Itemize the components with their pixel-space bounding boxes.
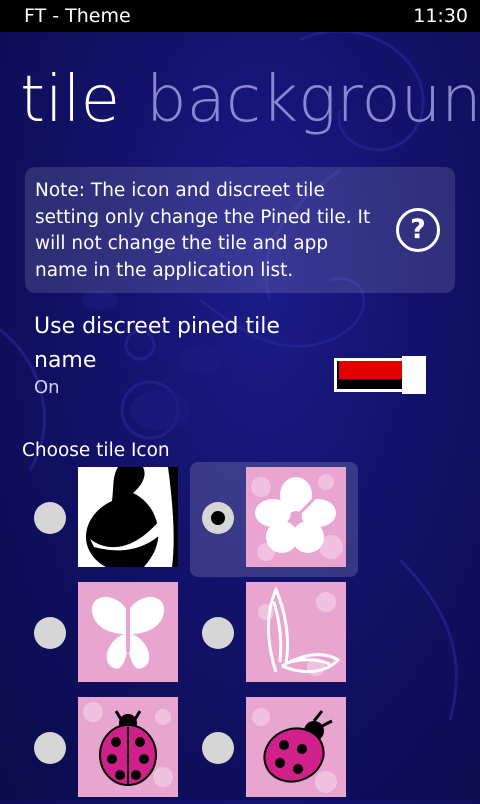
ladybug-icon[interactable] (78, 697, 178, 797)
discreet-toggle-label: Use discreet pined tile name (34, 314, 280, 373)
lace-butterfly-icon[interactable] (246, 582, 346, 682)
radio-button[interactable] (34, 732, 66, 764)
pink-ladybug-icon[interactable] (246, 697, 346, 797)
pivot-header: tile background (20, 58, 480, 142)
tile-icon-option-1[interactable] (20, 462, 186, 574)
radio-dot (211, 511, 225, 525)
hibiscus-flower-icon[interactable] (246, 467, 346, 567)
clock: 11:30 (413, 5, 468, 27)
discreet-toggle-state: On (34, 377, 60, 398)
app-title: FT - Theme (24, 5, 131, 27)
radio-button[interactable] (202, 732, 234, 764)
status-bar: FT - Theme 11:30 (0, 0, 480, 32)
radio-button[interactable] (34, 502, 66, 534)
pregnant-silhouette-icon[interactable] (78, 467, 178, 567)
radio-button[interactable] (202, 617, 234, 649)
tile-icon-option-2[interactable] (190, 462, 358, 577)
toggle-fill (339, 361, 403, 379)
note-panel: Note: The icon and discreet tile setting… (25, 167, 455, 293)
pivot-item-tile[interactable]: tile (20, 58, 120, 142)
discreet-toggle-switch[interactable] (334, 356, 426, 394)
tile-icon-option-4[interactable] (188, 577, 354, 689)
note-text: Note: The icon and discreet tile setting… (35, 180, 371, 281)
butterfly-icon[interactable] (78, 582, 178, 682)
tile-icon-option-6[interactable] (188, 692, 354, 804)
toggle-thumb[interactable] (402, 356, 426, 394)
help-button[interactable]: ? (396, 208, 440, 252)
help-icon: ? (410, 214, 426, 245)
pivot-item-background[interactable]: background (146, 58, 480, 142)
radio-button[interactable] (202, 502, 234, 534)
tile-icon-option-5[interactable] (20, 692, 186, 804)
tile-icon-option-3[interactable] (20, 577, 186, 689)
choose-tile-icon-title: Choose tile Icon (22, 440, 170, 461)
radio-button[interactable] (34, 617, 66, 649)
